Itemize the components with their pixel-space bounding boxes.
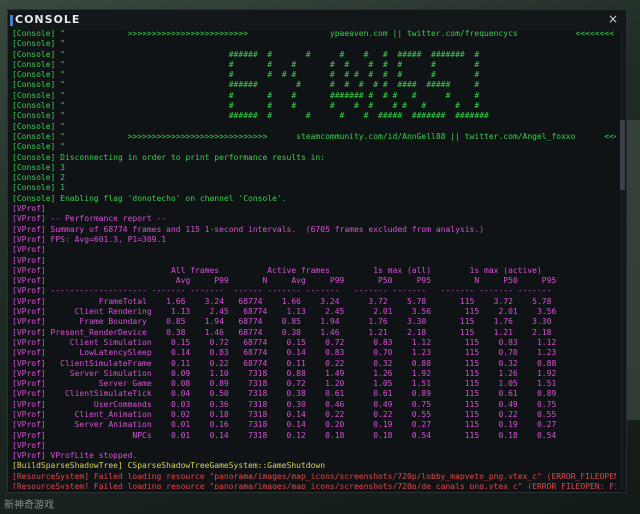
log-line: [VProf] FrameTotal 1.66 3.24 68774 1.66 … [12,296,552,306]
log-line: [Console] " [12,142,65,152]
log-line: [Console] " [12,39,65,49]
console-title: CONSOLE [15,13,81,26]
log-line: [Console] " # # # # # # # # # # [12,59,480,69]
log-line: [VProf] [12,204,46,214]
log-line: [Console] Disconnecting in order to prin… [12,152,326,162]
console-log[interactable]: [Console] " >>>>>>>>>>>>>>>>>>>>>>>>> yp… [12,29,616,489]
log-line: [VProf] FPS: Avg=601.3, P1=309.1 [12,234,167,244]
close-icon[interactable]: × [608,12,618,26]
log-line: [VProf] Present_RenderDevice 0.38 1.46 6… [12,327,552,337]
log-line: [ResourceSystem] Failed loading resource… [12,471,616,481]
log-line: [VProf] Server Animation 0.01 0.16 7318 … [12,420,557,430]
log-line: [BuildSparseShadowTree] CSparseShadowTre… [12,461,326,471]
log-line: [VProf] [12,245,46,255]
log-line: [VProf] Client Simulation 0.15 0.72 6877… [12,337,557,347]
log-line: [VProf] Client_Animation 0.02 0.18 7318 … [12,409,557,419]
log-line: [VProf] [12,255,46,265]
console-titlebar[interactable]: CONSOLE × [8,10,626,30]
log-line: [Console] " ###### # # # # ##### #######… [12,111,489,121]
desktop-partial-text: 新神奇游戏 [4,500,54,511]
log-line: [Console] 1 [12,183,65,193]
log-line: [Console] " # # # ####### # # # # # # [12,90,480,100]
log-line: [Console] Enabling flag 'donotecho' on c… [12,193,287,203]
log-line: [VProf] [12,440,46,450]
log-line: [VProf] ClientSimulateTick 0.04 0.50 731… [12,389,557,399]
log-line: [VProf] All frames Active frames 1s max … [12,265,542,275]
log-line: [VProf] VProfLite stopped. [12,451,138,461]
log-line: [VProf] Client Rendering 1.13 2.45 68774… [12,307,557,317]
log-line: [Console] " # # # # # # # # # # # # [12,70,480,80]
console-window: CONSOLE × [Console] " >>>>>>>>>>>>>>>>>>… [8,10,626,492]
log-line: [VProf] UserCommands 0.03 0.36 7318 0.30… [12,399,557,409]
log-line: [Console] 2 [12,173,65,183]
log-line: [VProf] Server Simulation 0.09 1.10 7318… [12,368,557,378]
log-line: [Console] " >>>>>>>>>>>>>>>>>>>>>>>>> yp… [12,29,615,38]
log-line: [Console] " [12,121,65,131]
log-line: [Console] 3 [12,162,65,172]
log-line: [VProf] Frame Boundary 0.85 1.94 68774 0… [12,317,552,327]
log-line: [VProf] Server Game 0.08 0.89 7318 0.72 … [12,379,557,389]
log-line: [ResourceSystem] Failed loading resource… [12,482,616,489]
log-line: [VProf] Summary of 68774 frames and 115 … [12,224,485,234]
log-line: [Console] " >>>>>>>>>>>>>>>>>>>>>>>>>>>>… [12,131,616,141]
log-line: [VProf] -------------------- ------- ---… [12,286,552,296]
log-line: [Console] " ###### # # # # # ##### #####… [12,49,480,59]
log-line: [VProf] Avg P99 N Avg P99 P50 P95 N P50 … [12,276,557,286]
scrollbar-thumb[interactable] [620,120,625,190]
log-line: [VProf] NPCs 0.01 0.14 7318 0.12 0.18 0.… [12,430,557,440]
log-line: [VProf] LowLatencySleep 0.14 0.83 68774 … [12,348,557,358]
title-accent-bar [10,15,13,26]
log-line: [Console] " # # # # # # # # # # # [12,101,480,111]
log-line: [VProf] ClientSimulateFrame 0.11 0.22 68… [12,358,557,368]
log-line: [VProf] -- Performance report -- [12,214,167,224]
console-scrollbar[interactable] [620,30,625,490]
log-line: [Console] " ###### # # # # # # #### ####… [12,80,480,90]
